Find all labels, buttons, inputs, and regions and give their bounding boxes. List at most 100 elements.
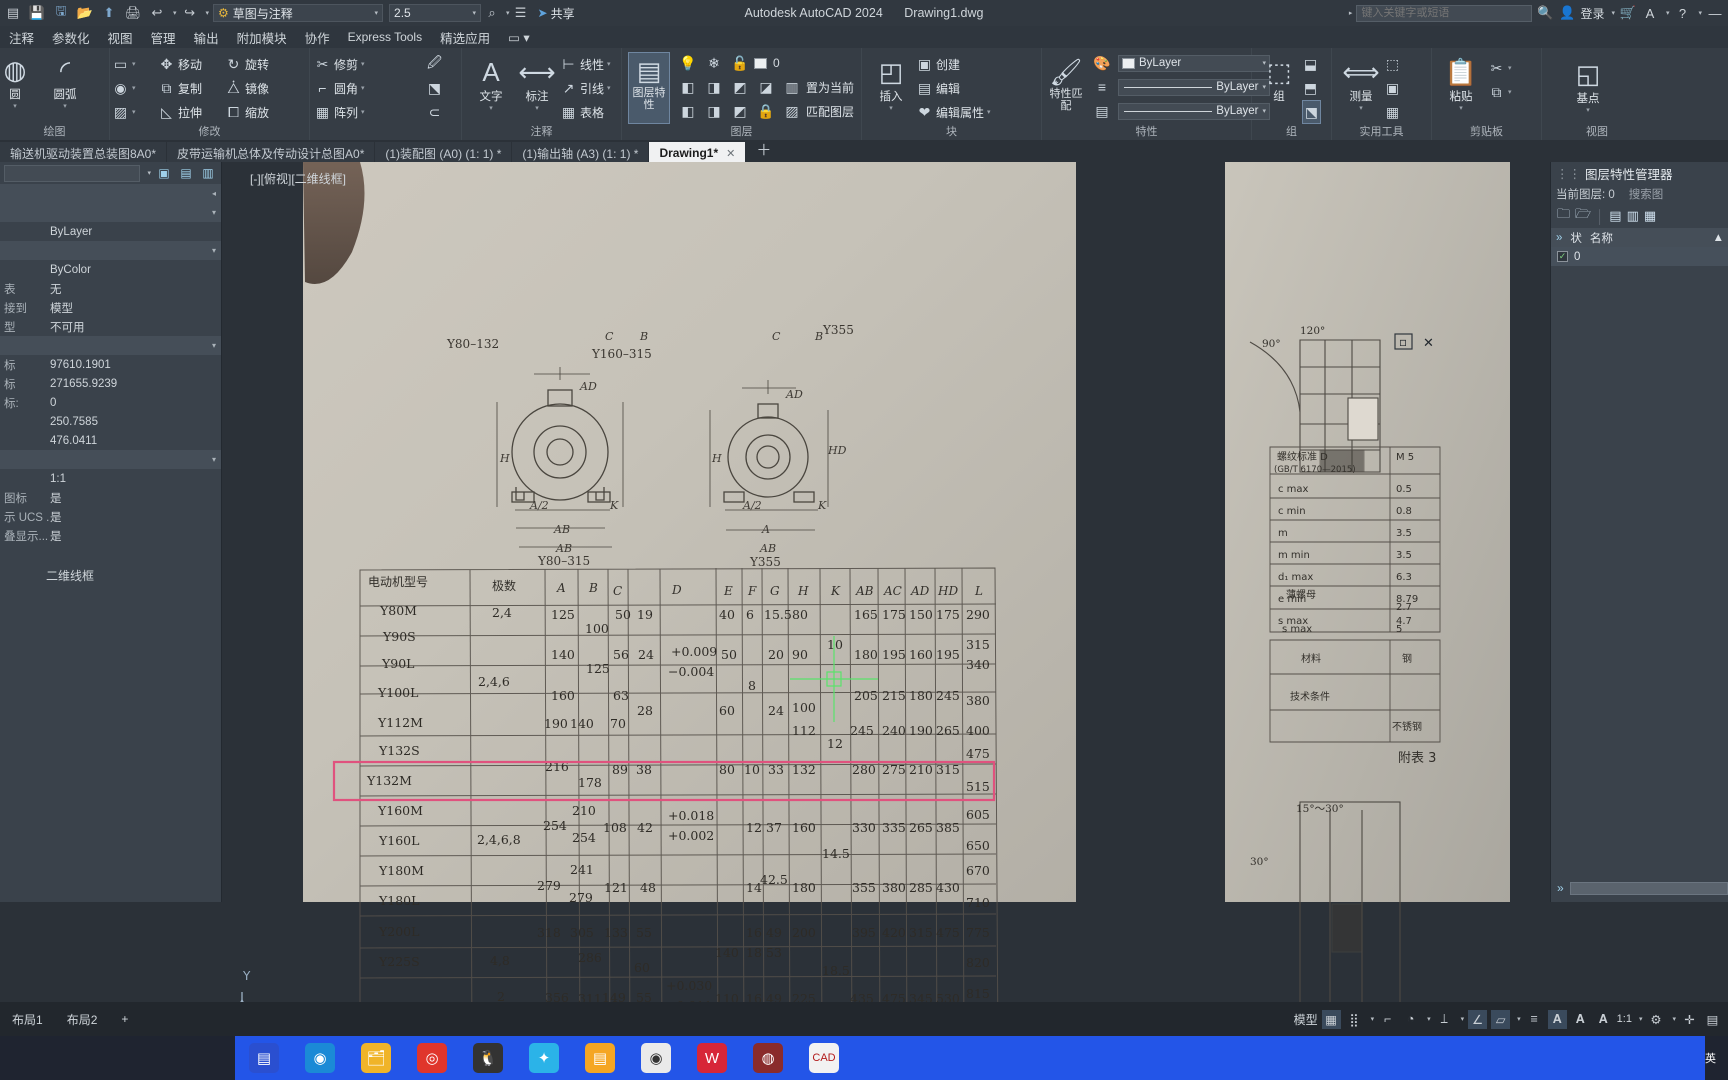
search-input[interactable] (1356, 4, 1533, 22)
scale-tool[interactable]: ⧠ 缩放 (225, 100, 269, 124)
make-current-icon[interactable]: ▥ (780, 75, 804, 99)
chevron-down-icon[interactable]: ▾ (1508, 88, 1512, 96)
arc-tool[interactable]: ◜ 圆弧 ▾ (42, 52, 88, 110)
panel-label-group[interactable]: 组 (1252, 123, 1331, 139)
insert-block-tool[interactable]: ◰ 插入 ▾ (868, 54, 914, 112)
ribbon-tab-2[interactable]: 视图 (99, 26, 142, 49)
undo-icon[interactable]: ↩ (146, 3, 168, 23)
measure-tool[interactable]: ⟺ 测量 ▾ (1338, 54, 1384, 112)
revolve-tool[interactable]: ◉ ▾ (112, 76, 136, 100)
properties-group-2[interactable]: ▾ (0, 203, 221, 222)
chevron-down-icon[interactable]: ▾ (1359, 104, 1363, 112)
chrome-icon[interactable]: ◉ (641, 1043, 671, 1073)
video-icon[interactable]: ◍ (753, 1043, 783, 1073)
property-row-6[interactable]: 标: 0 (0, 393, 221, 412)
ribbon-tab-5[interactable]: 附加模块 (228, 26, 296, 49)
ribbon-tab-4[interactable]: 输出 (185, 26, 228, 49)
layout-tab-0[interactable]: 布局1 (0, 1011, 55, 1028)
property-row-5[interactable]: 标 271655.9239 (0, 374, 221, 393)
create-block-tool[interactable]: ▣ 创建 (916, 52, 991, 76)
expand-icon[interactable]: » (1556, 232, 1562, 244)
dimension-tool[interactable]: ⟷ 标注 ▾ (514, 54, 560, 112)
panel-label-view[interactable]: 视图 (1542, 123, 1652, 139)
chevron-down-icon[interactable]: ▾ (1639, 1015, 1643, 1023)
undo-dropdown-icon[interactable]: ▾ (173, 9, 177, 17)
properties-group-4[interactable]: ▾ (0, 336, 221, 355)
chevron-down-icon[interactable]: ▾ (132, 60, 136, 68)
chevron-down-icon[interactable]: ▾ (132, 108, 136, 116)
print-icon[interactable]: 🖨 (122, 3, 144, 23)
color-combo[interactable]: ByLayer ▾ (1118, 54, 1270, 72)
lineweight-combo[interactable]: ByLayer ▾ (1118, 102, 1270, 120)
chevron-down-icon[interactable]: ▾ (1611, 9, 1615, 17)
layer-col-name[interactable]: 名称 (1590, 230, 1613, 246)
chevron-down-icon[interactable]: ▾ (1371, 1015, 1375, 1023)
property-row-4[interactable]: 标 97610.1901 (0, 355, 221, 374)
viewport-label[interactable]: [-][俯视][二维线框] (250, 170, 346, 187)
panel-label-utilities[interactable]: 实用工具 (1332, 123, 1431, 139)
base-point-tool[interactable]: ◱ 基点 ▾ (1558, 56, 1618, 114)
layer-turnall-icon[interactable]: ◨ (702, 99, 726, 123)
snap-icon[interactable]: ⣿ (1345, 1010, 1364, 1029)
chevron-down-icon[interactable]: ▾ (1698, 9, 1702, 17)
layout-tab-1[interactable]: 布局2 (55, 1011, 110, 1028)
help-icon[interactable]: ? (1673, 6, 1691, 21)
dynamic-input-icon[interactable]: ≡ (1525, 1010, 1544, 1029)
search-icon[interactable]: 🔍 (1536, 5, 1554, 21)
layer-isolate-icon[interactable]: ◧ (676, 75, 700, 99)
chevron-down-icon[interactable]: ▾ (489, 104, 493, 112)
add-icon[interactable]: ✛ (1680, 1010, 1699, 1029)
chevron-down-icon[interactable]: ▾ (212, 208, 221, 217)
ribbon-overflow-icon[interactable]: ▭ ▾ (499, 28, 539, 47)
object-snap-icon[interactable]: ⟘ (1435, 1010, 1454, 1029)
sort-asc-icon[interactable]: ▲ (1713, 232, 1728, 244)
chevron-down-icon[interactable]: ▾ (212, 455, 221, 464)
property-row-3[interactable]: 型 不可用 (0, 317, 221, 336)
share-button[interactable]: ➤ 共享 (538, 5, 575, 22)
chevron-down-icon[interactable]: ▾ (1672, 1015, 1676, 1023)
fillet-tool[interactable]: ⌐ 圆角 ▾ (314, 76, 365, 100)
workspace-selector[interactable]: ⚙ 草图与注释 ▾ (213, 4, 384, 22)
group-edit-tool[interactable]: ⬒ (1302, 76, 1321, 100)
set-current-icon[interactable]: ▥ (1627, 208, 1639, 224)
gear-icon[interactable]: ⚙ (1646, 1010, 1665, 1029)
chevron-down-icon[interactable]: ▾ (535, 104, 539, 112)
chevron-down-icon[interactable]: ▾ (212, 246, 221, 255)
chevron-down-icon[interactable]: ▾ (361, 84, 365, 92)
table-tool[interactable]: ▦ 表格 (560, 100, 611, 124)
open-icon[interactable]: 📂 (74, 3, 96, 23)
text-tool[interactable]: A 文字 ▾ (468, 54, 514, 112)
property-row-8[interactable]: 476.0411 (0, 431, 221, 450)
stretch-tool[interactable]: ◺ 拉伸 (158, 100, 202, 124)
selection-cycling-icon[interactable]: 𝐀 (1594, 1010, 1613, 1029)
save-icon[interactable]: 💾 (26, 3, 48, 23)
move-tool[interactable]: ✥ 移动 (158, 52, 202, 76)
ungroup-tool[interactable]: ⬓ (1302, 52, 1321, 76)
autodesk-icon[interactable]: A (1641, 6, 1659, 21)
layer-off-icon[interactable]: ◨ (702, 75, 726, 99)
chevron-down-icon[interactable]: ▾ (375, 9, 379, 17)
save-as-icon[interactable]: 🖫 (50, 3, 72, 23)
customization-icon[interactable]: ▤ (1703, 1010, 1722, 1029)
property-row-2[interactable]: 接到 模型 (0, 298, 221, 317)
chevron-down-icon[interactable]: ▾ (1427, 1015, 1431, 1023)
chevron-down-icon[interactable]: ▾ (132, 84, 136, 92)
app-menu-icon[interactable]: ▤ (2, 3, 24, 23)
chevron-down-icon[interactable]: ▾ (147, 169, 151, 177)
linear-dim-tool[interactable]: ⊢ 线性 ▾ (560, 52, 610, 76)
chevron-down-icon[interactable]: ▾ (361, 60, 365, 68)
document-tab-1[interactable]: 皮带运输机总体及传动设计总图A0* (167, 142, 375, 162)
new-layer-icon[interactable]: 🗀 (1557, 205, 1570, 227)
grid-icon[interactable]: ▦ (1321, 1009, 1341, 1029)
layer-lock2-icon[interactable]: ◪ (754, 75, 778, 99)
drawing-canvas[interactable]: AD AD A/2 K A/2 K AB A AB AB HH HD CB CB Y80–… (0, 162, 1728, 1002)
group-tool[interactable]: ⬚ 组 (1256, 54, 1302, 104)
property-row-layer[interactable]: ByLayer (0, 222, 221, 241)
qq-icon[interactable]: 🐧 (473, 1043, 503, 1073)
hatch-tool[interactable]: ▨ ▾ (112, 100, 136, 124)
panel-label-properties[interactable]: 特性 (1042, 123, 1251, 139)
document-tab-0[interactable]: 输送机驱动装置总装图8A0* (0, 142, 167, 162)
layer-states-icon[interactable]: ▦ (1644, 208, 1656, 224)
chevron-down-icon[interactable]: ▾ (1586, 106, 1590, 114)
layer-row-0[interactable]: ✓ 0 (1551, 247, 1728, 266)
